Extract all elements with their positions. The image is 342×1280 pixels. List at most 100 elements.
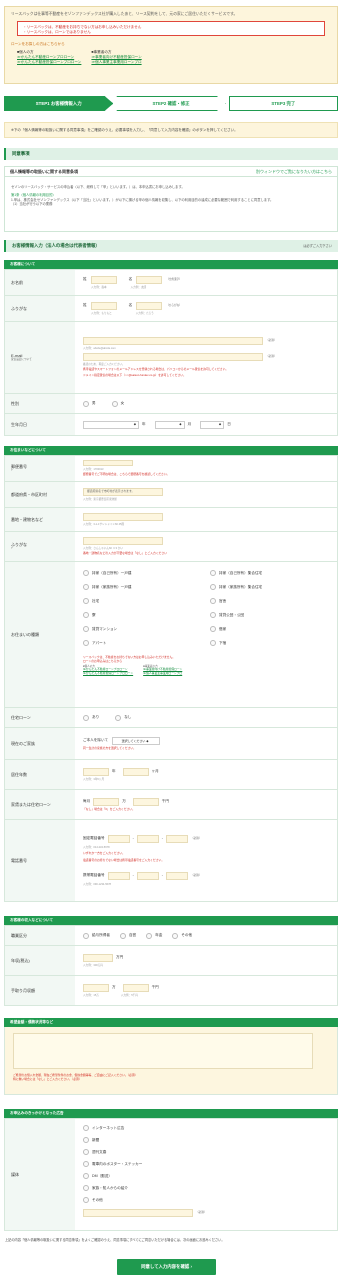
notice-link[interactable]: ≫個人事業主事業用ローンプロ: [91, 60, 141, 65]
residence-radio[interactable]: 持家（自己所有）集合住宅: [210, 570, 329, 576]
residence-radio[interactable]: 社宅: [83, 598, 202, 604]
notice-link[interactable]: ≫かんたん不動産担保ローンプロローン: [17, 60, 81, 65]
media-radio[interactable]: 週刊文春: [83, 1149, 315, 1155]
years-input[interactable]: [83, 767, 109, 776]
caution-heading: 同意事項: [4, 148, 338, 160]
zip-input[interactable]: [83, 460, 133, 466]
residence-radio[interactable]: 下宿: [210, 640, 329, 646]
first-name-kana-input[interactable]: [136, 301, 163, 310]
job-radio[interactable]: 年金: [146, 932, 162, 939]
privacy-body[interactable]: セゾンのリースバック・サービスの申込者（以下、総称して「甲」といいます。）は、本…: [5, 177, 337, 231]
rent-man-input[interactable]: [93, 797, 120, 806]
step-3: STEP3 完了: [228, 96, 338, 111]
residence-radio[interactable]: 賃貸公団・公団: [210, 612, 329, 618]
media-radio[interactable]: インターネット広告: [83, 1125, 315, 1131]
media-radio[interactable]: DM（郵送）: [83, 1173, 315, 1179]
gender-label: 性別: [5, 394, 75, 413]
pref-city-input[interactable]: 都道府県名で市町村が表示されます。: [83, 487, 163, 496]
residence-radio[interactable]: 官舎: [210, 598, 329, 604]
step-indicator: STEP1 お客様情報入力 STEP2 確認・修正 STEP3 完了: [4, 96, 338, 111]
takehome-man-input[interactable]: [83, 983, 109, 992]
job-radio[interactable]: 自営: [119, 932, 136, 939]
job-label: 職業区分: [5, 926, 75, 945]
mobile-phone-1-input[interactable]: [107, 871, 130, 880]
job-radio[interactable]: 給与所得者: [83, 932, 110, 939]
section-trigger: お申込みのきっかけとなった広告: [4, 1109, 338, 1118]
job-radio[interactable]: その他: [172, 932, 192, 939]
notice-warning: ・リースバックは、不動産をお持ちでない方はお申し込みいただけません ・リースバッ…: [17, 21, 325, 37]
email-confirm-input[interactable]: [83, 352, 263, 361]
kana-label: ふりがな: [5, 296, 75, 321]
takehome-label: 手取り月収額: [5, 976, 75, 1005]
leaseback-notice: リースバックは仕事等不動産をセゾンファンデックス社が購入したあと、リース契約をし…: [4, 6, 338, 84]
mortgage-yes-radio[interactable]: あり: [83, 714, 99, 721]
first-name-input[interactable]: [136, 275, 163, 284]
notice-link[interactable]: ≫かんたん不動産ローンプロローン: [17, 55, 81, 60]
remarks-area: ご希望のお借入れ金額、現在ご希望条件のお金、借換金額等等、ご自由にご記入ください…: [4, 1027, 338, 1095]
confirm-button[interactable]: 同意して入力内容を確認 ›: [117, 1259, 216, 1275]
loan-link[interactable]: ≫個人事業主事業用ローンプロ: [143, 671, 182, 676]
media-radio[interactable]: その他: [83, 1197, 315, 1203]
privacy-new-window-link[interactable]: 別ウィンドウでご覧になりたい方はこちら: [256, 169, 332, 174]
birth-month-select[interactable]: ◆: [154, 420, 185, 429]
takehome-sen-input[interactable]: [122, 983, 149, 992]
media-other-input[interactable]: [83, 1209, 193, 1217]
birthdate-label: 生年月日: [5, 414, 75, 435]
notice-intro: リースバックは仕事等不動産をセゾンファンデックス社が購入したあと、リース契約をし…: [11, 12, 238, 16]
mobile-phone-3-input[interactable]: [165, 871, 188, 880]
mobile-phone-2-input[interactable]: [136, 871, 159, 880]
notice-link[interactable]: ≫事業者向け不動産担保ローン: [91, 55, 141, 60]
family-select[interactable]: 選択してください ◆: [112, 736, 161, 745]
residence-radio[interactable]: 借家: [210, 626, 329, 632]
pref-label: 都道府県・市区町村: [5, 482, 75, 507]
income-table: 職業区分 給与所得者 自営 年金 その他 年収(税込) 万円 入力例：300万円…: [4, 925, 338, 1006]
fixed-phone-2-input[interactable]: [136, 834, 159, 843]
media-radio[interactable]: 新聞: [83, 1137, 315, 1143]
fixed-phone-3-input[interactable]: [165, 834, 188, 843]
residence-radio[interactable]: 寮: [83, 612, 202, 618]
about-table: お名前 姓 名 （全角漢字） 入力例：森本 入力例：太郎 ふりがな 姓 名 （ひ: [4, 269, 338, 436]
notice-heading: ローンをお探しの方はこちらから: [11, 42, 65, 47]
residence-radio[interactable]: 持家（家族所有）集合住宅: [210, 584, 329, 590]
gender-male-radio[interactable]: 男: [83, 400, 96, 407]
home-table: 郵便番号? 入力例：1700013 郵便番号でご不明な場合は、こちらで郵便番号を…: [4, 455, 338, 902]
name-label: お名前: [5, 270, 75, 295]
income-input[interactable]: [83, 953, 113, 962]
step-1: STEP1 お客様情報入力: [4, 96, 114, 111]
media-radio[interactable]: 電車内のポスター・ステッカー: [83, 1161, 315, 1167]
rent-sen-input[interactable]: [132, 797, 159, 806]
mortgage-no-radio[interactable]: なし: [115, 714, 131, 721]
section-home: お住まいなどについて: [4, 446, 338, 455]
address-input[interactable]: [83, 512, 163, 521]
remarks-textarea[interactable]: [13, 1033, 313, 1069]
residence-radio[interactable]: 持家（家族所有）一戸建: [83, 584, 202, 590]
trigger-table: 媒体 インターネット広告 新聞 週刊文春 電車内のポスター・ステッカー DM（郵…: [4, 1118, 338, 1231]
phone-label: 電話番号: [5, 820, 75, 901]
family-label: 現在のご家族: [5, 728, 75, 759]
consent-footnote: 上記の内容「個人情報等の取扱いに関する同意条項」をよくご確認のうえ、同意事項にす…: [5, 1238, 225, 1242]
rent-label: 家賃または住宅ローン: [5, 790, 75, 819]
last-name-kana-input[interactable]: [90, 301, 117, 310]
fixed-phone-1-input[interactable]: [107, 834, 130, 843]
mortgage-label: 住宅ローン: [5, 708, 75, 727]
media-radio[interactable]: 家族・知人からの紹介: [83, 1185, 315, 1191]
guide-text: ※下の「個人情報等の取扱いに関する同意事項」をご確認のうえ、必要事項を入力し、「…: [4, 122, 338, 138]
months-input[interactable]: [122, 767, 149, 776]
address-kana-input[interactable]: [83, 536, 163, 545]
residence-label: お住まいの種類: [5, 562, 75, 707]
zip-lookup-link[interactable]: 郵便番号でご不明な場合は、こちらで郵便番号を確認してください。: [83, 472, 329, 477]
income-label: 年収(税込): [5, 946, 75, 975]
privacy-box: 個人情報等の取扱いに関する同意条項 別ウィンドウでご覧になりたい方はこちら セゾ…: [4, 166, 338, 232]
media-label: 媒体: [5, 1119, 75, 1230]
gender-female-radio[interactable]: 女: [111, 400, 124, 407]
birth-year-select[interactable]: ◆: [83, 420, 139, 429]
last-name-input[interactable]: [90, 275, 117, 284]
residence-radio[interactable]: 持家（自己所有）一戸建: [83, 570, 202, 576]
residence-radio[interactable]: アパート: [83, 640, 202, 646]
section-about: お客様について: [4, 260, 338, 269]
birth-day-select[interactable]: ◆: [200, 420, 225, 429]
residence-radio[interactable]: 賃貸マンション: [83, 626, 202, 632]
loan-link[interactable]: ≫かんたん不動産担保ローンプロローン: [83, 671, 133, 676]
email-settings-link[interactable]: 受信設定について: [11, 358, 69, 362]
email-input[interactable]: [83, 337, 263, 346]
